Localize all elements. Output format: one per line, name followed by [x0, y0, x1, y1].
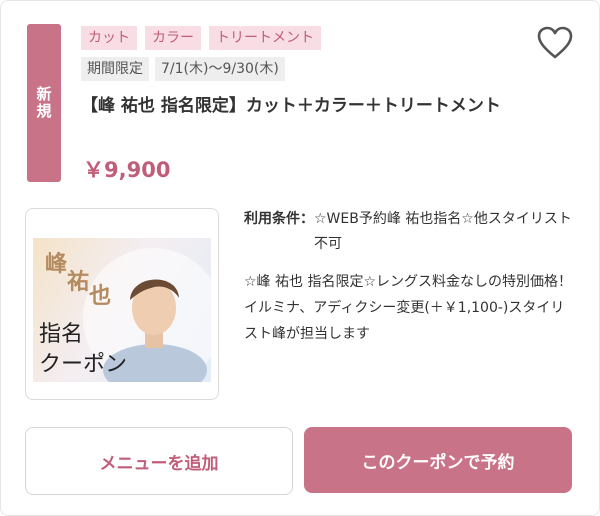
period-row: 期間限定 7/1(木)〜9/30(木)	[81, 57, 285, 81]
stylist-photo: 峰 祐 也 指名 クーポン	[25, 208, 219, 400]
photo-name-char-1: 峰	[45, 252, 68, 277]
coupon-price: ￥9,900	[83, 158, 171, 182]
coupon-title: 【峰 祐也 指名限定】カット＋カラー＋トリートメント	[81, 96, 501, 116]
tag-cut: カット	[81, 26, 137, 50]
coupon-description: ☆峰 祐也 指名限定☆レングス料金なしの特別価格！イルミナ、アディクシー変更(＋…	[244, 274, 573, 342]
photo-text-line2: クーポン	[39, 352, 128, 377]
new-badge: 新規	[27, 24, 61, 182]
photo-banner: 峰 祐 也 指名 クーポン	[33, 238, 211, 382]
reserve-coupon-button[interactable]: このクーポンで予約	[304, 427, 572, 493]
tag-treatment: トリートメント	[209, 26, 321, 50]
conditions-label: 利用条件：	[244, 211, 314, 227]
conditions-value: ☆WEB予約峰 祐也指名☆他スタイリスト不可	[314, 211, 572, 252]
favorite-heart-icon[interactable]	[536, 25, 574, 61]
period-label: 期間限定	[81, 57, 149, 81]
coupon-card: 新規 カット カラー トリートメント 期間限定 7/1(木)〜9/30(木) 【…	[0, 0, 600, 516]
tag-color: カラー	[145, 26, 201, 50]
conditions-row: 利用条件： ☆WEB予約峰 祐也指名☆他スタイリスト不可	[244, 207, 574, 257]
photo-name-char-3: 也	[89, 284, 112, 309]
category-tags: カット カラー トリートメント	[81, 26, 321, 50]
add-menu-button[interactable]: メニューを追加	[25, 427, 293, 495]
photo-text-line1: 指名	[39, 322, 84, 347]
period-dates: 7/1(木)〜9/30(木)	[155, 57, 285, 81]
photo-name-char-2: 祐	[67, 270, 90, 295]
